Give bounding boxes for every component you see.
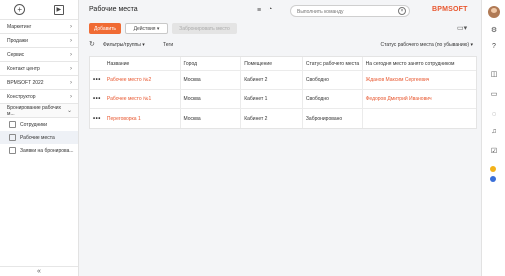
- row-menu-icon[interactable]: •••: [90, 109, 104, 128]
- left-sidebar: + ▶ Маркетинг › Продажи › Сервис › Контакт …: [0, 0, 79, 276]
- sidebar-item-label: Бронирование рабочих м...: [7, 104, 62, 117]
- command-search[interactable]: ×: [290, 5, 410, 17]
- workplace-icon: [9, 134, 16, 141]
- table-row[interactable]: ••• Переговорка 1 Москва Кабинет 2 Забро…: [90, 109, 476, 128]
- add-circle-icon[interactable]: +: [14, 4, 26, 15]
- table-row[interactable]: ••• Рабочее место №1 Москва Кабинет 1 Св…: [90, 90, 476, 109]
- help-icon[interactable]: ?: [489, 42, 499, 52]
- city-cell: Москва: [181, 90, 242, 108]
- city-cell: Москва: [181, 71, 242, 89]
- chevron-right-icon: ›: [70, 65, 72, 72]
- gear-icon[interactable]: ⚙: [489, 26, 499, 36]
- chat-icon[interactable]: ◫: [489, 70, 499, 80]
- dashboard-icon[interactable]: ◔: [268, 6, 272, 13]
- chevron-right-icon: ›: [70, 79, 72, 86]
- sidebar-subitem-workplaces[interactable]: Рабочие места: [0, 131, 78, 144]
- column-header-name[interactable]: Название: [104, 57, 181, 70]
- column-header-employee[interactable]: На сегодня место занято сотрудником: [363, 57, 476, 70]
- sidebar-item-label: Сервис: [7, 51, 25, 58]
- status-dot-icon: [490, 166, 496, 172]
- city-cell: Москва: [181, 109, 242, 128]
- book-workplace-button[interactable]: Забронировать место: [172, 23, 237, 34]
- run-process-icon[interactable]: ▶: [53, 4, 64, 15]
- room-cell: Кабинет 2: [241, 109, 303, 128]
- table-row[interactable]: ••• Рабочее место №2 Москва Кабинет 2 Св…: [90, 71, 476, 90]
- sidebar-item-label: BPMSOFT 2022: [7, 79, 44, 86]
- column-header-status[interactable]: Статус рабочего места: [303, 57, 363, 70]
- add-button[interactable]: Добавить: [89, 23, 121, 34]
- sidebar-item-booking[interactable]: Бронирование рабочих м... ⌄: [0, 104, 78, 118]
- header-spacer: [90, 57, 104, 70]
- refresh-icon[interactable]: ↻: [89, 40, 95, 48]
- sidebar-subitem-employees[interactable]: Сотрудники: [0, 118, 78, 131]
- page-title: Рабочие места: [89, 6, 138, 13]
- bell-icon[interactable]: ♫: [489, 127, 499, 137]
- workplace-name-link[interactable]: Рабочее место №2: [104, 71, 181, 89]
- list-toolbar: ↻ Фильтры/группы ▾ Теги Статус рабочего …: [89, 40, 477, 50]
- workplaces-table: Название Город Помещение Статус рабочего…: [89, 56, 477, 129]
- command-search-input[interactable]: [297, 7, 393, 16]
- filters-groups-button[interactable]: Фильтры/группы ▾: [103, 42, 145, 48]
- chevron-right-icon: ›: [70, 37, 72, 44]
- sidebar-item-bpmsoft[interactable]: BPMSOFT 2022 ›: [0, 76, 78, 90]
- feed-icon[interactable]: ◌: [489, 110, 499, 120]
- row-menu-icon[interactable]: •••: [90, 90, 104, 108]
- actions-dropdown-button[interactable]: Действия ▾: [125, 23, 168, 34]
- status-cell: Забронировано: [303, 109, 363, 128]
- sidebar-item-label: Продажи: [7, 37, 28, 44]
- sidebar-item-label: Контакт центр: [7, 65, 40, 72]
- tasks-icon[interactable]: ☑: [489, 147, 499, 157]
- sidebar-item-label: Конструктор: [7, 93, 36, 100]
- employee-link[interactable]: Жданов Максим Сергеевич: [363, 71, 476, 89]
- right-sidebar: ⚙ ? ◫ ▭ ◌ ♫ ☑: [481, 0, 505, 276]
- message-icon[interactable]: ▭: [489, 90, 499, 100]
- status-cell: Свободно: [303, 71, 363, 89]
- employees-icon: [9, 121, 16, 128]
- sidebar-item-marketing[interactable]: Маркетинг ›: [0, 20, 78, 34]
- column-header-room[interactable]: Помещение: [241, 57, 303, 70]
- double-chevron-left-icon: «: [37, 268, 41, 275]
- chevron-right-icon: ›: [70, 51, 72, 58]
- sidebar-subitem-booking-requests[interactable]: Заявки на бронирова...: [0, 144, 78, 157]
- room-cell: Кабинет 2: [241, 71, 303, 89]
- sidebar-item-sales[interactable]: Продажи ›: [0, 34, 78, 48]
- sidebar-item-constructor[interactable]: Конструктор ›: [0, 90, 78, 104]
- sidebar-item-label: Маркетинг: [7, 23, 32, 30]
- avatar[interactable]: [488, 6, 500, 18]
- workplace-name-link[interactable]: Переговорка 1: [104, 109, 181, 128]
- chevron-right-icon: ›: [70, 93, 72, 100]
- list-view-icon[interactable]: ≡: [257, 7, 261, 14]
- sidebar-subitem-label: Рабочие места: [20, 134, 55, 141]
- sidebar-subitem-label: Заявки на бронирова...: [20, 147, 74, 154]
- view-options-icon[interactable]: ▭▾: [457, 24, 467, 32]
- presence-dot-icon: [490, 176, 496, 182]
- collapse-sidebar-button[interactable]: «: [0, 266, 78, 276]
- row-menu-icon[interactable]: •••: [90, 71, 104, 89]
- employee-link[interactable]: [363, 109, 476, 128]
- clear-search-icon[interactable]: ×: [398, 7, 406, 15]
- booking-request-icon: [9, 147, 16, 154]
- sidebar-item-service[interactable]: Сервис ›: [0, 48, 78, 62]
- status-cell: Свободно: [303, 90, 363, 108]
- table-header-row: Название Город Помещение Статус рабочего…: [90, 57, 476, 71]
- sidebar-top-bar: + ▶: [0, 0, 78, 20]
- room-cell: Кабинет 1: [241, 90, 303, 108]
- app-window: + ▶ Маркетинг › Продажи › Сервис › Контакт …: [0, 0, 505, 276]
- employee-link[interactable]: Федоров Дмитрий Иванович: [363, 90, 476, 108]
- sidebar-subitem-label: Сотрудники: [20, 121, 48, 128]
- tags-button[interactable]: Теги: [163, 42, 173, 48]
- main-area: Рабочие места ≡ ◔ × BPMSOFT Добавить Дей…: [80, 0, 481, 276]
- column-header-city[interactable]: Город: [181, 57, 242, 70]
- chevron-right-icon: ›: [70, 23, 72, 30]
- chevron-down-icon: ⌄: [66, 108, 72, 114]
- sidebar-item-contact-center[interactable]: Контакт центр ›: [0, 62, 78, 76]
- sort-dropdown[interactable]: Статус рабочего места (по убыванию) ▾: [381, 42, 474, 48]
- workplace-name-link[interactable]: Рабочее место №1: [104, 90, 181, 108]
- brand-logo: BPMSOFT: [432, 6, 468, 13]
